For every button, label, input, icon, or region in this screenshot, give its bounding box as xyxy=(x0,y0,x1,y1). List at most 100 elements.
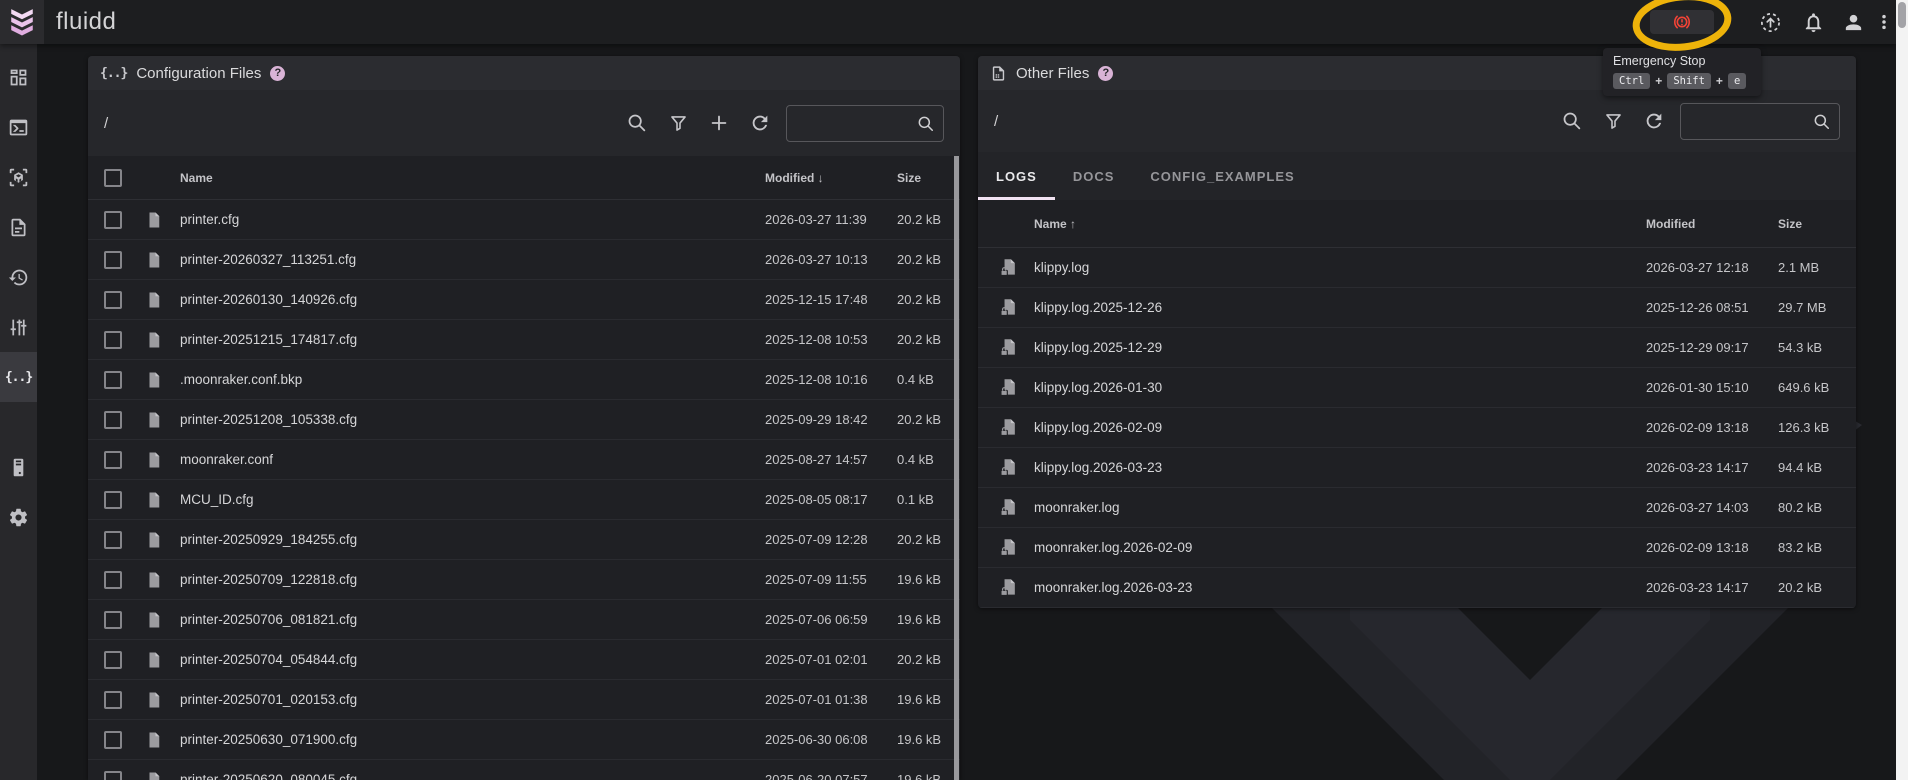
row-checkbox[interactable] xyxy=(104,211,122,229)
column-header-name[interactable]: Name xyxy=(172,171,765,185)
row-checkbox[interactable] xyxy=(104,531,122,549)
table-row[interactable]: klippy.log.2026-01-302026-01-30 15:10649… xyxy=(978,368,1856,408)
sidebar-item-settings[interactable] xyxy=(0,492,37,542)
table-row[interactable]: printer-20250620_080045.cfg2025-06-20 07… xyxy=(88,760,960,780)
table-row[interactable]: printer-20250929_184255.cfg2025-07-09 12… xyxy=(88,520,960,560)
table-row[interactable]: printer-20251215_174817.cfg2025-12-08 10… xyxy=(88,320,960,360)
file-icon xyxy=(136,491,172,509)
row-checkbox[interactable] xyxy=(104,771,122,780)
table-row[interactable]: moonraker.log2026-03-27 14:0380.2 kB xyxy=(978,488,1856,528)
table-row[interactable]: printer-20260327_113251.cfg2026-03-27 10… xyxy=(88,240,960,280)
breadcrumb-root-path[interactable]: / xyxy=(994,113,998,130)
file-size: 2.1 MB xyxy=(1778,260,1856,275)
search-icon xyxy=(916,114,936,134)
breadcrumb-root-path[interactable]: / xyxy=(104,115,108,132)
refresh-button[interactable] xyxy=(1642,109,1666,133)
help-icon[interactable]: ? xyxy=(1098,66,1113,81)
settings-icon xyxy=(8,507,29,528)
table-row[interactable]: printer.cfg2026-03-27 11:3920.2 kB xyxy=(88,200,960,240)
file-modified: 2025-08-05 08:17 xyxy=(765,492,897,507)
fluidd-logo[interactable] xyxy=(0,0,44,44)
browser-scrollbar-thumb[interactable] xyxy=(1898,2,1906,28)
row-checkbox[interactable] xyxy=(104,491,122,509)
plus-separator: + xyxy=(1716,74,1723,88)
file-modified: 2025-06-30 06:08 xyxy=(765,732,897,747)
row-checkbox[interactable] xyxy=(104,571,122,589)
table-row[interactable]: moonraker.log.2026-03-232026-03-23 14:17… xyxy=(978,568,1856,608)
row-checkbox[interactable] xyxy=(104,611,122,629)
configure-icon: {..} xyxy=(5,368,32,386)
panel-scrollbar-thumb[interactable] xyxy=(954,156,959,780)
file-size: 19.6 kB xyxy=(897,692,960,707)
row-checkbox[interactable] xyxy=(104,691,122,709)
table-row[interactable]: .moonraker.conf.bkp2025-12-08 10:160.4 k… xyxy=(88,360,960,400)
sidebar-item-dashboard[interactable] xyxy=(0,52,37,102)
emergency-stop-button[interactable] xyxy=(1650,10,1714,34)
table-row[interactable]: printer-20250709_122818.cfg2025-07-09 11… xyxy=(88,560,960,600)
config-file-list: printer.cfg2026-03-27 11:3920.2 kBprinte… xyxy=(88,200,960,780)
file-size: 29.7 MB xyxy=(1778,300,1856,315)
table-row[interactable]: klippy.log.2025-12-262025-12-26 08:5129.… xyxy=(978,288,1856,328)
sidebar-item-history[interactable] xyxy=(0,252,37,302)
file-modified: 2025-07-09 11:55 xyxy=(765,572,897,587)
table-row[interactable]: moonraker.log.2026-02-092026-02-09 13:18… xyxy=(978,528,1856,568)
refresh-button[interactable] xyxy=(748,111,772,135)
table-row[interactable]: printer-20260130_140926.cfg2025-12-15 17… xyxy=(88,280,960,320)
file-size: 20.2 kB xyxy=(897,532,960,547)
table-row[interactable]: klippy.log2026-03-27 12:182.1 MB xyxy=(978,248,1856,288)
row-checkbox[interactable] xyxy=(104,291,122,309)
column-header-size[interactable]: Size xyxy=(897,171,960,185)
browser-scrollbar-track[interactable] xyxy=(1896,0,1908,780)
search-input[interactable] xyxy=(1689,104,1807,139)
column-header-size[interactable]: Size xyxy=(1778,217,1856,231)
sidebar-item-gcode-preview[interactable] xyxy=(0,152,37,202)
sidebar-item-console[interactable] xyxy=(0,102,37,152)
tab-logs[interactable]: LOGS xyxy=(978,152,1055,200)
file-name: printer.cfg xyxy=(172,212,765,227)
table-row[interactable]: printer-20250704_054844.cfg2025-07-01 02… xyxy=(88,640,960,680)
row-checkbox[interactable] xyxy=(104,411,122,429)
system-icon xyxy=(8,457,29,478)
table-row[interactable]: printer-20250706_081821.cfg2025-07-06 06… xyxy=(88,600,960,640)
table-row[interactable]: MCU_ID.cfg2025-08-05 08:170.1 kB xyxy=(88,480,960,520)
sidebar-item-configure[interactable]: {..} xyxy=(0,352,37,402)
sidebar-item-system[interactable] xyxy=(0,442,37,492)
row-checkbox[interactable] xyxy=(104,651,122,669)
column-header-modified[interactable]: Modified xyxy=(1646,217,1778,231)
file-icon xyxy=(136,731,172,749)
table-row[interactable]: printer-20251208_105338.cfg2025-09-29 18… xyxy=(88,400,960,440)
column-header-modified[interactable]: Modified ↓ xyxy=(765,171,897,185)
table-row[interactable]: printer-20250630_071900.cfg2025-06-30 06… xyxy=(88,720,960,760)
sidebar-item-jobs[interactable] xyxy=(0,202,37,252)
row-checkbox[interactable] xyxy=(104,251,122,269)
search-toggle-button[interactable] xyxy=(625,111,649,135)
file-modified: 2026-01-30 15:10 xyxy=(1646,380,1778,395)
search-toggle-button[interactable] xyxy=(1560,109,1584,133)
filter-button[interactable] xyxy=(666,111,690,135)
tab-config_examples[interactable]: CONFIG_EXAMPLES xyxy=(1132,152,1312,200)
notifications-bell-icon[interactable] xyxy=(1799,8,1827,36)
column-header-name[interactable]: Name ↑ xyxy=(1026,217,1646,231)
add-file-button[interactable] xyxy=(707,111,731,135)
overflow-menu-icon[interactable] xyxy=(1870,8,1898,36)
filter-button[interactable] xyxy=(1601,109,1625,133)
tab-docs[interactable]: DOCS xyxy=(1055,152,1133,200)
row-checkbox[interactable] xyxy=(104,451,122,469)
table-row[interactable]: klippy.log.2026-03-232026-03-23 14:1794.… xyxy=(978,448,1856,488)
file-size: 20.2 kB xyxy=(897,212,960,227)
row-checkbox[interactable] xyxy=(104,371,122,389)
help-icon[interactable]: ? xyxy=(270,66,285,81)
table-row[interactable]: printer-20250701_020153.cfg2025-07-01 01… xyxy=(88,680,960,720)
file-icon xyxy=(136,771,172,780)
search-input[interactable] xyxy=(795,106,913,141)
sidebar-item-tune[interactable] xyxy=(0,302,37,352)
select-all-checkbox[interactable] xyxy=(104,169,122,187)
row-checkbox[interactable] xyxy=(104,331,122,349)
row-checkbox[interactable] xyxy=(104,731,122,749)
file-icon xyxy=(136,571,172,589)
user-account-icon[interactable] xyxy=(1839,8,1867,36)
software-update-icon[interactable] xyxy=(1756,8,1784,36)
table-row[interactable]: moonraker.conf2025-08-27 14:570.4 kB xyxy=(88,440,960,480)
table-row[interactable]: klippy.log.2026-02-092026-02-09 13:18126… xyxy=(978,408,1856,448)
table-row[interactable]: klippy.log.2025-12-292025-12-29 09:1754.… xyxy=(978,328,1856,368)
